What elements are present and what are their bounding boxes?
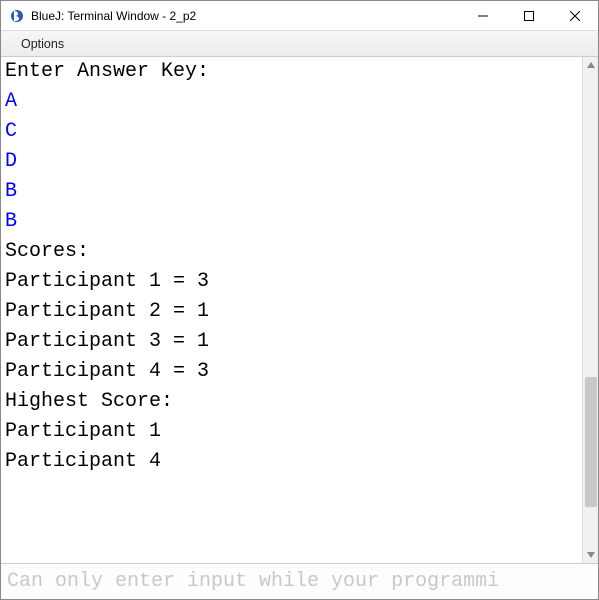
output-line: B [5,180,17,203]
maximize-button[interactable] [506,1,552,30]
output-line: Participant 3 = 1 [5,330,209,353]
scroll-up-icon[interactable] [583,57,598,73]
output-line: C [5,120,17,143]
close-icon [570,11,580,21]
titlebar: BlueJ: Terminal Window - 2_p2 [1,1,598,31]
output-line: Scores: [5,240,89,263]
output-line: Participant 1 = 3 [5,270,209,293]
minimize-icon [478,11,488,21]
output-line: Participant 4 [5,450,161,473]
terminal-output: Enter Answer Key: A C D B B Scores: Part… [1,57,582,563]
output-line: Highest Score: [5,390,173,413]
options-menu[interactable]: Options [11,35,74,53]
output-line: Participant 1 [5,420,161,443]
output-line: A [5,90,17,113]
minimize-button[interactable] [460,1,506,30]
output-line: Enter Answer Key: [5,60,209,83]
output-line: B [5,210,17,233]
window-title: BlueJ: Terminal Window - 2_p2 [31,9,460,23]
scrollbar[interactable] [582,57,598,563]
output-line: Participant 2 = 1 [5,300,209,323]
bluej-icon [9,8,25,24]
window-controls [460,1,598,30]
terminal-area: Enter Answer Key: A C D B B Scores: Part… [1,57,598,563]
menubar: Options [1,31,598,57]
scroll-down-icon[interactable] [583,547,598,563]
maximize-icon [524,11,534,21]
output-line: D [5,150,17,173]
terminal-input[interactable]: Can only enter input while your programm… [1,563,598,599]
input-placeholder: Can only enter input while your programm… [7,570,499,593]
output-line: Participant 4 = 3 [5,360,209,383]
scroll-thumb[interactable] [585,377,597,507]
close-button[interactable] [552,1,598,30]
